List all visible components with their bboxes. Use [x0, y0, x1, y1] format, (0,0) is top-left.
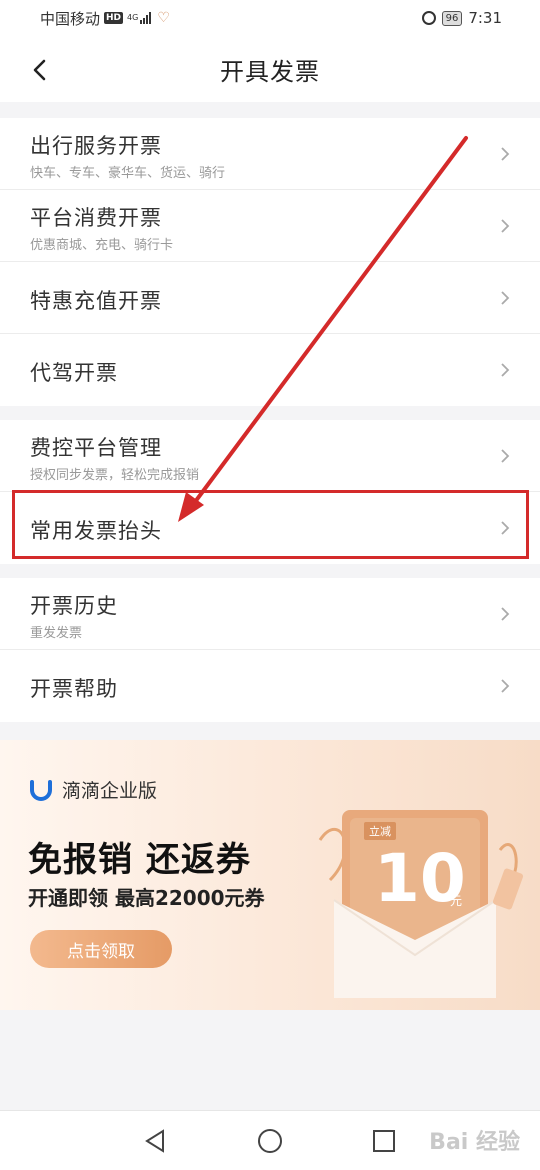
menu-item-title: 开票历史 [30, 594, 118, 618]
back-button[interactable] [26, 56, 54, 84]
menu-item-subtitle: 优惠商城、充电、骑行卡 [30, 238, 174, 253]
menu-item-invoice-help[interactable]: 开票帮助 [0, 650, 540, 722]
chevron-right-icon [501, 219, 510, 233]
menu-item-expense-platform[interactable]: 费控平台管理 授权同步发票，轻松完成报销 [0, 420, 540, 492]
menu-item-subtitle: 快车、专车、豪华车、货运、骑行 [30, 166, 226, 181]
promo-subline: 开通即领 最高22000元券 [28, 886, 265, 910]
chevron-right-icon [501, 363, 510, 377]
menu-item-ride-invoice[interactable]: 出行服务开票 快车、专车、豪华车、货运、骑行 [0, 118, 540, 190]
menu-item-title: 平台消费开票 [30, 206, 162, 230]
claim-button[interactable]: 点击领取 [30, 930, 172, 968]
nav-bar: 开具发票 [0, 36, 540, 102]
page-title: 开具发票 [220, 57, 320, 86]
brand-name: 滴滴企业版 [62, 780, 158, 802]
watermark: Bai 经验 [429, 1130, 520, 1155]
menu-item-invoice-history[interactable]: 开票历史 重发发票 [0, 578, 540, 650]
network-type: 4G [127, 13, 139, 22]
annotation-highlight-box [12, 490, 529, 559]
menu-item-title: 开票帮助 [30, 677, 118, 701]
didi-logo-icon [30, 779, 52, 801]
chevron-right-icon [501, 291, 510, 305]
coupon-unit: 元 [450, 894, 463, 908]
menu-item-subtitle: 重发发票 [30, 626, 83, 641]
chevron-right-icon [501, 607, 510, 621]
promo-headline: 免报销 还返券 [28, 840, 251, 880]
status-bar: 中国移动 HD 4G ♡ 96 7:31 [0, 0, 540, 36]
chevron-right-icon [501, 679, 510, 693]
battery-indicator: 96 [441, 10, 463, 26]
menu-item-subtitle: 授权同步发票，轻松完成报销 [30, 468, 200, 483]
clock: 7:31 [468, 9, 502, 27]
hd-badge: HD [104, 12, 124, 24]
chevron-right-icon [501, 147, 510, 161]
promo-brand: 滴滴企业版 [28, 776, 157, 803]
signal-icon [140, 12, 152, 24]
chevron-right-icon [501, 449, 510, 463]
chevron-left-icon [33, 59, 46, 81]
coupon-label: 立减 [364, 822, 396, 840]
menu-item-title: 代驾开票 [30, 361, 118, 385]
alarm-icon [421, 11, 436, 25]
promo-banner[interactable]: 滴滴企业版 免报销 还返券 开通即领 最高22000元券 点击领取 立减 10 … [0, 740, 540, 1010]
recents-square-icon[interactable] [370, 1127, 398, 1155]
invoice-type-group: 出行服务开票 快车、专车、豪华车、货运、骑行 平台消费开票 优惠商城、充电、骑行… [0, 118, 540, 406]
menu-item-title: 出行服务开票 [30, 134, 162, 158]
menu-item-driver-invoice[interactable]: 代驾开票 [0, 334, 540, 406]
carrier-name: 中国移动 [40, 9, 101, 28]
history-group: 开票历史 重发发票 开票帮助 [0, 578, 540, 722]
menu-item-title: 特惠充值开票 [30, 289, 162, 313]
home-circle-icon[interactable] [256, 1127, 284, 1155]
menu-item-platform-invoice[interactable]: 平台消费开票 优惠商城、充电、骑行卡 [0, 190, 540, 262]
menu-item-title: 费控平台管理 [30, 436, 162, 460]
menu-item-recharge-invoice[interactable]: 特惠充值开票 [0, 262, 540, 334]
back-triangle-icon[interactable] [142, 1127, 170, 1155]
health-icon: ♡ [157, 10, 170, 26]
